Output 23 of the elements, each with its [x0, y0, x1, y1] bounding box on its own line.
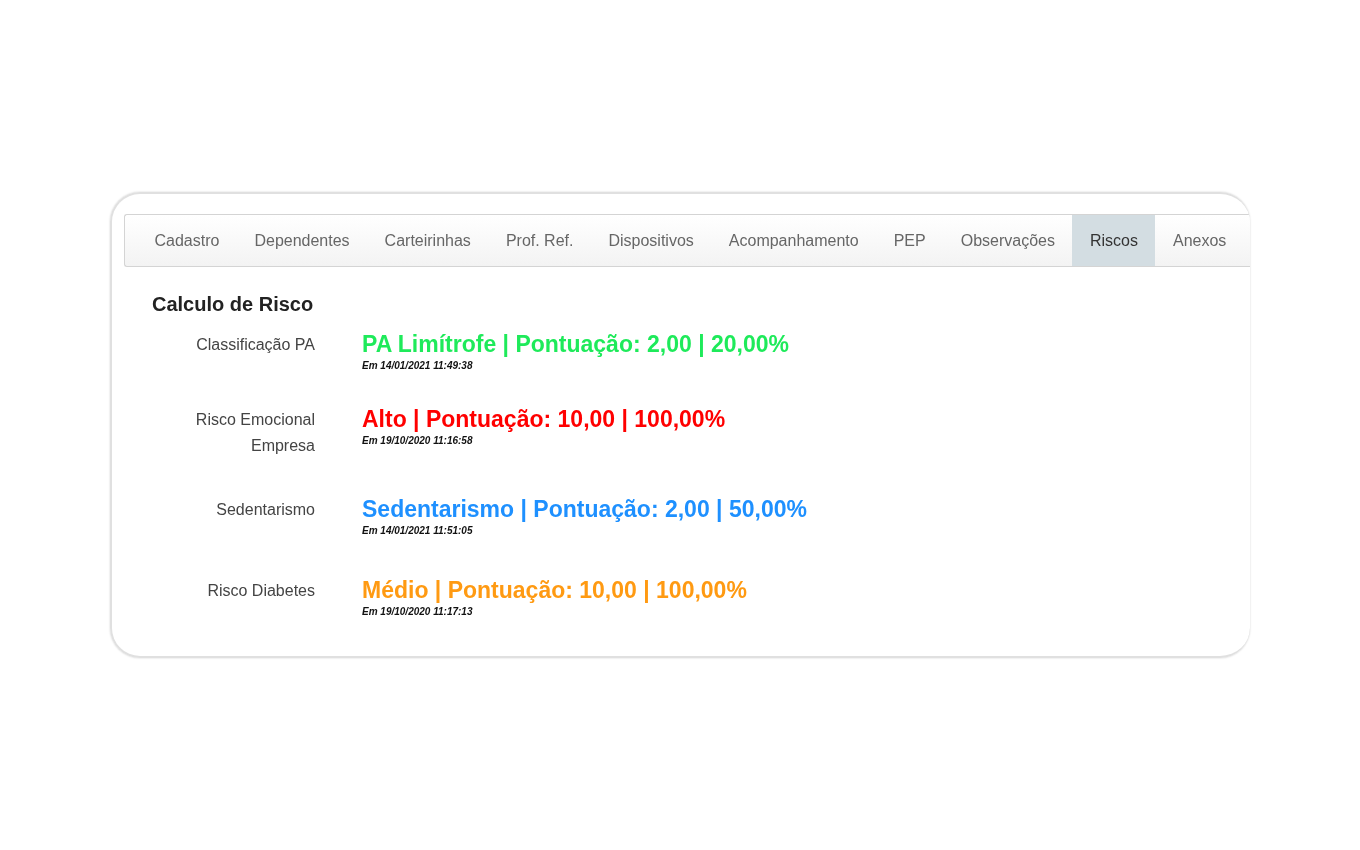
risk-label: Classificação PA — [195, 335, 315, 355]
risk-date: Em 19/10/2020 11:17:13 — [362, 606, 474, 617]
tab[interactable]: Cadastro — [137, 215, 237, 266]
risk-label: Risco Emocional Empresa — [194, 410, 315, 456]
risk-result: PA Limítrofe | Pontuação: 2,00 | 20,00% — [362, 330, 789, 358]
tab[interactable]: Riscos — [1072, 215, 1156, 266]
risk-label: Risco Diabetes — [206, 581, 315, 601]
risk-result: Sedentarismo | Pontuação: 2,00 | 50,00% — [362, 495, 807, 523]
tab[interactable]: Carteirinhas — [367, 215, 489, 266]
section-title: Calculo de Risco — [152, 293, 315, 316]
tab[interactable]: Dependentes — [236, 215, 368, 266]
tab[interactable]: Acompanhamento — [711, 215, 877, 266]
tab[interactable]: Anexos — [1155, 215, 1244, 266]
tab[interactable]: PEP — [876, 215, 944, 266]
risk-label: Sedentarismo — [215, 500, 315, 520]
risk-date: Em 14/01/2021 11:49:38 — [362, 360, 474, 371]
risk-date: Em 19/10/2020 11:16:58 — [362, 435, 474, 446]
risk-result: Médio | Pontuação: 10,00 | 100,00% — [362, 576, 747, 604]
risk-result: Alto | Pontuação: 10,00 | 100,00% — [362, 405, 726, 433]
tab[interactable]: Observações — [943, 215, 1073, 266]
risk-date: Em 14/01/2021 11:51:05 — [362, 525, 474, 536]
tab[interactable]: Dispositivos — [590, 215, 712, 266]
tab[interactable]: Prof. Ref. — [488, 215, 591, 266]
